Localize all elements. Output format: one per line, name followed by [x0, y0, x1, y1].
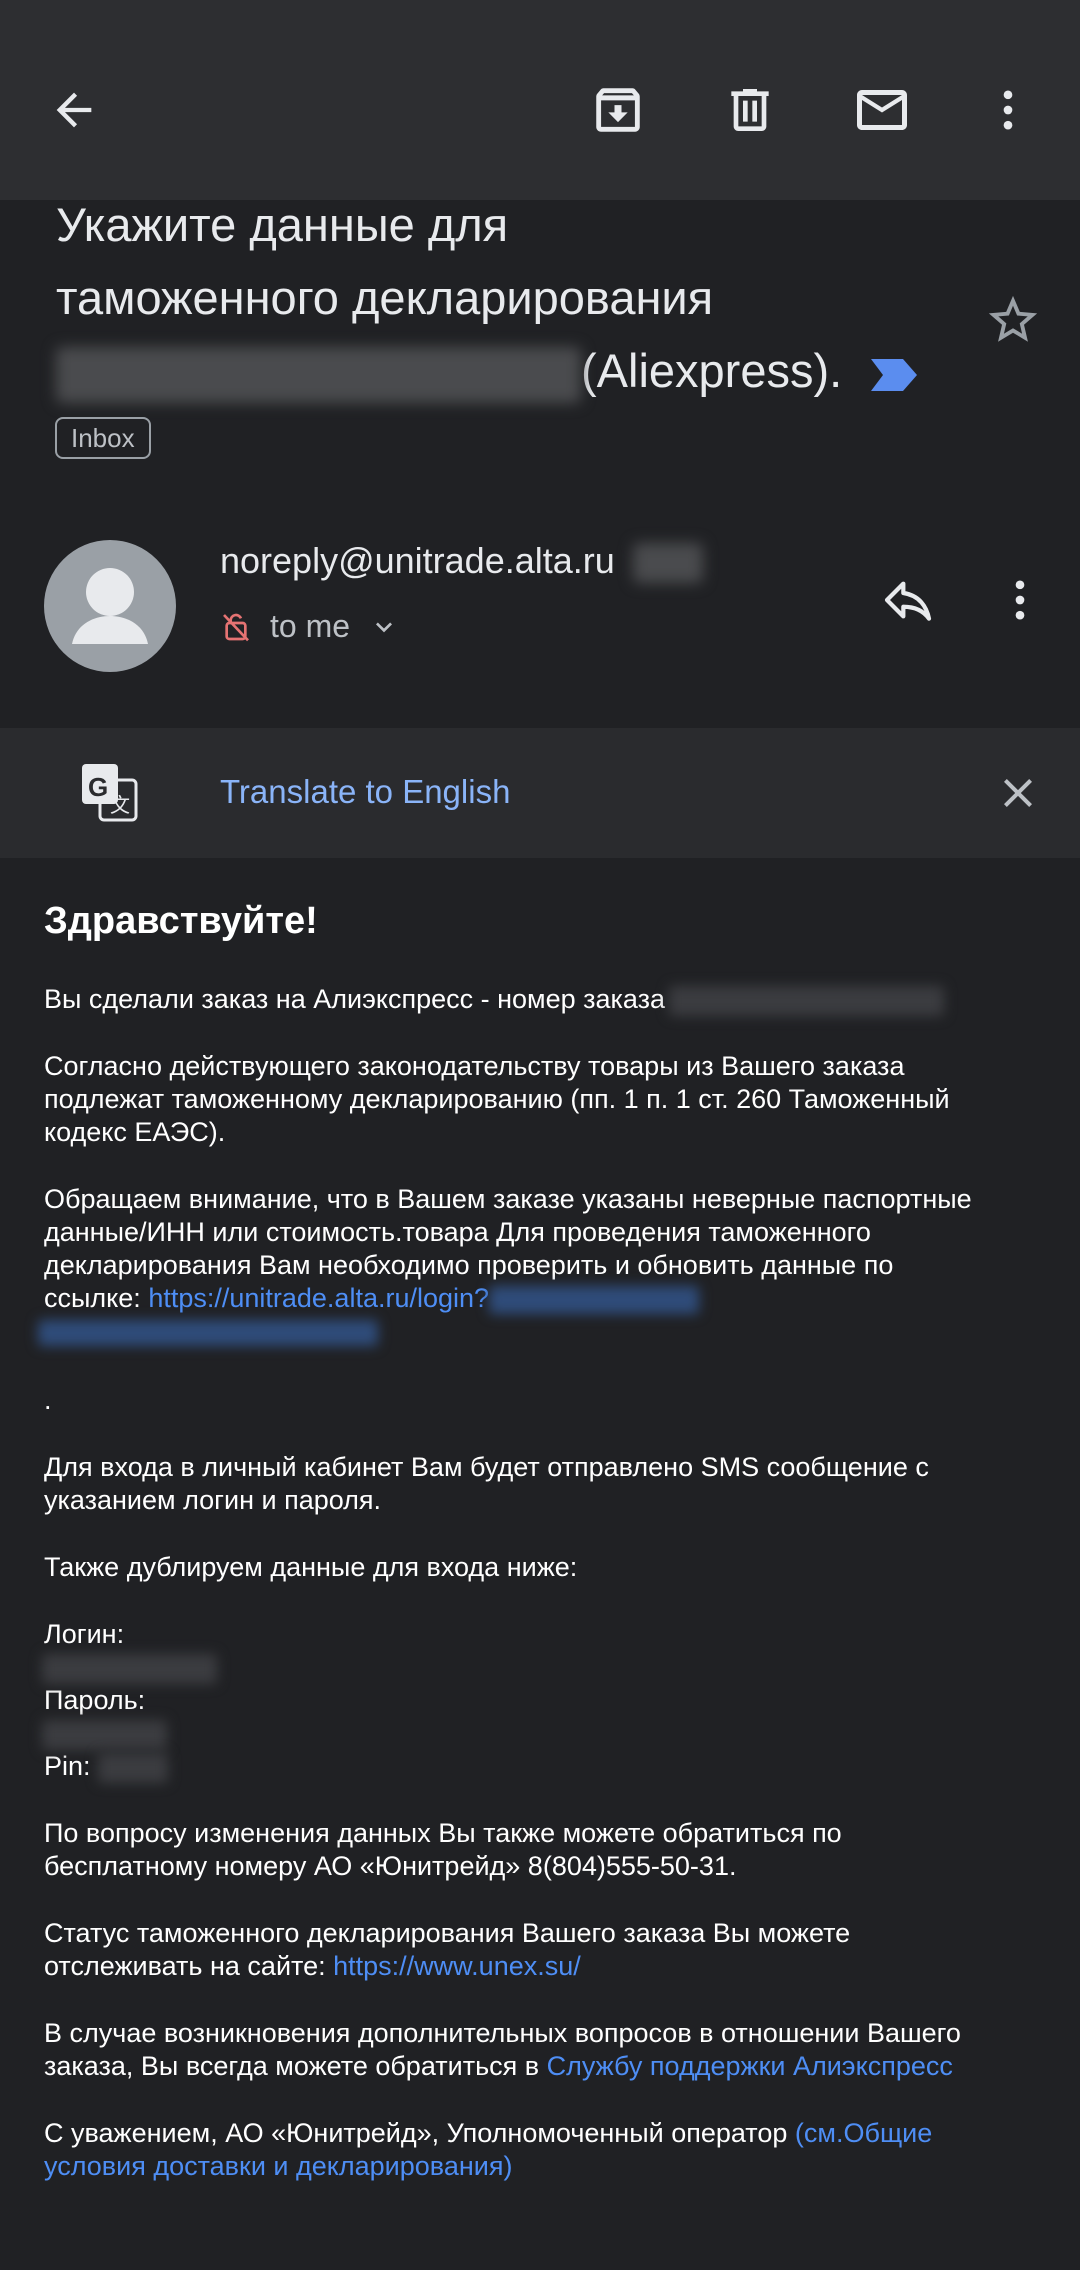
svg-text:G: G	[88, 772, 108, 802]
password-label: Пароль:	[44, 1685, 146, 1715]
close-translate-button[interactable]	[980, 755, 1056, 831]
avatar[interactable]	[44, 540, 176, 672]
translate-to-english-link[interactable]: Translate to English	[220, 773, 510, 811]
close-icon	[1004, 779, 1032, 807]
text-line: заказа, Вы всегда можете обратиться в Сл…	[44, 2050, 1044, 2083]
mail-icon	[857, 90, 907, 130]
text-line	[38, 1315, 1044, 1348]
link-prefix: заказа, Вы всегда можете обратиться в	[44, 2051, 540, 2081]
greeting: Здравствуйте!	[44, 900, 318, 942]
text-line: Согласно действующего законодательству т…	[44, 1051, 905, 1081]
redacted-order-number	[669, 985, 945, 1016]
signature-text: С уважением, АО «Юнитрейд», Уполномоченн…	[44, 2118, 788, 2148]
email-subject: Укажите данные для таможенного деклариро…	[56, 188, 956, 407]
trash-icon	[731, 89, 769, 131]
more-vert-icon	[1003, 90, 1013, 130]
person-icon	[72, 568, 148, 644]
support-paragraph: В случае возникновения дополнительных во…	[44, 2017, 1044, 2083]
login-label: Логин:	[44, 1619, 125, 1649]
order-number-paragraph: Вы сделали заказ на Алиэкспресс - номер …	[44, 983, 1044, 1016]
subject-line-1: Укажите данные для	[56, 198, 509, 251]
text-line: Для входа в личный кабинет Вам будет отп…	[44, 1452, 929, 1482]
credentials-block: Логин: Пароль: Pin:	[42, 1618, 1044, 1783]
translate-icon: G文	[80, 762, 138, 822]
text-line: подлежат таможенному декларированию (пп.…	[44, 1084, 950, 1114]
to-me-label: to me	[270, 608, 351, 644]
star-outline-icon	[988, 295, 1038, 342]
terms-link[interactable]: (см.Общие	[795, 2118, 932, 2148]
svg-text:文: 文	[110, 793, 130, 817]
redacted-link-part	[489, 1285, 700, 1314]
text-line	[42, 1717, 1044, 1750]
text-line: Обращаем внимание, что в Вашем заказе ук…	[44, 1184, 972, 1214]
text-line: С уважением, АО «Юнитрейд», Уполномоченн…	[44, 2117, 1044, 2150]
support-link[interactable]: Службу поддержки Алиэкспресс	[547, 2051, 953, 2081]
text-line: По вопросу изменения данных Вы также мож…	[44, 1818, 842, 1848]
important-marker-icon[interactable]	[869, 355, 921, 395]
text-line: ссылке: https://unitrade.alta.ru/login?	[44, 1282, 1044, 1315]
back-button[interactable]	[34, 70, 114, 150]
status-paragraph: Статус таможенного декларирования Вашего…	[44, 1917, 1044, 1983]
update-data-paragraph: Обращаем внимание, что в Вашем заказе ук…	[38, 1183, 1044, 1348]
login-link[interactable]: https://unitrade.alta.ru/login?	[148, 1283, 489, 1313]
reply-icon	[884, 581, 932, 621]
unex-link[interactable]: https://www.unex.su/	[333, 1951, 581, 1981]
redacted-password	[42, 1719, 167, 1750]
terms-link-continued[interactable]: условия доставки и декларирования)	[44, 2150, 1044, 2183]
redacted-login	[42, 1653, 217, 1684]
redacted-text	[632, 543, 703, 584]
chevron-down-icon	[376, 621, 393, 632]
contact-paragraph: По вопросу изменения данных Вы также мож…	[44, 1817, 1044, 1883]
link-prefix: ссылке:	[44, 1283, 141, 1313]
more-vert-icon	[1015, 580, 1025, 620]
delete-button[interactable]	[710, 70, 790, 150]
text-line: бесплатному номеру АО «Юнитрейд» 8(804)5…	[44, 1851, 737, 1881]
duplicate-credentials-paragraph: Также дублируем данные для входа ниже:	[44, 1552, 578, 1582]
legislation-paragraph: Согласно действующего законодательству т…	[44, 1050, 1044, 1149]
translate-bar	[0, 728, 1080, 858]
archive-button[interactable]	[578, 70, 658, 150]
inbox-label-chip[interactable]: Inbox	[55, 417, 151, 459]
pin-line: Pin:	[44, 1750, 1044, 1783]
recipient-details-toggle[interactable]: to me	[220, 608, 400, 645]
signature-paragraph: С уважением, АО «Юнитрейд», Уполномоченн…	[44, 2117, 1044, 2183]
reply-button[interactable]	[868, 560, 948, 640]
text-line: декларирования Вам необходимо проверить …	[44, 1250, 894, 1280]
text-line	[42, 1651, 1044, 1684]
subject-suffix: (Aliexpress).	[581, 344, 843, 397]
subject-line-3: (Aliexpress).	[56, 334, 956, 407]
link-prefix: отслеживать на сайте:	[44, 1951, 326, 1981]
text-line: отслеживать на сайте: https://www.unex.s…	[44, 1950, 1044, 1983]
sms-paragraph: Для входа в личный кабинет Вам будет отп…	[44, 1451, 1044, 1517]
order-text: Вы сделали заказ на Алиэкспресс - номер …	[44, 984, 666, 1014]
sender-email-text: noreply@unitrade.alta.ru	[220, 540, 615, 581]
dot-paragraph: .	[44, 1385, 52, 1415]
text-line: данные/ИНН или стоимость.товара Для пров…	[44, 1217, 871, 1247]
star-button[interactable]	[978, 285, 1048, 355]
redacted-pin	[98, 1752, 169, 1783]
email-body: Здравствуйте! Вы сделали заказ на Алиэкс…	[38, 900, 1044, 2217]
text-line: кодекс ЕАЭС).	[44, 1117, 226, 1147]
subject-line-2: таможенного декларирования	[56, 271, 714, 324]
archive-icon	[596, 88, 640, 132]
pin-label: Pin:	[44, 1751, 91, 1781]
text-line: указанием логин и пароля.	[44, 1485, 382, 1515]
text-line: В случае возникновения дополнительных во…	[44, 2018, 961, 2048]
more-options-button[interactable]	[968, 70, 1048, 150]
sender-email[interactable]: noreply@unitrade.alta.ru	[220, 540, 703, 584]
redacted-link-part	[38, 1319, 378, 1346]
text-line: Статус таможенного декларирования Вашего…	[44, 1918, 851, 1948]
redacted-text	[56, 346, 581, 403]
no-encryption-icon	[223, 613, 249, 641]
mark-unread-button[interactable]	[842, 70, 922, 150]
message-more-button[interactable]	[980, 560, 1060, 640]
arrow-back-icon	[56, 92, 92, 128]
